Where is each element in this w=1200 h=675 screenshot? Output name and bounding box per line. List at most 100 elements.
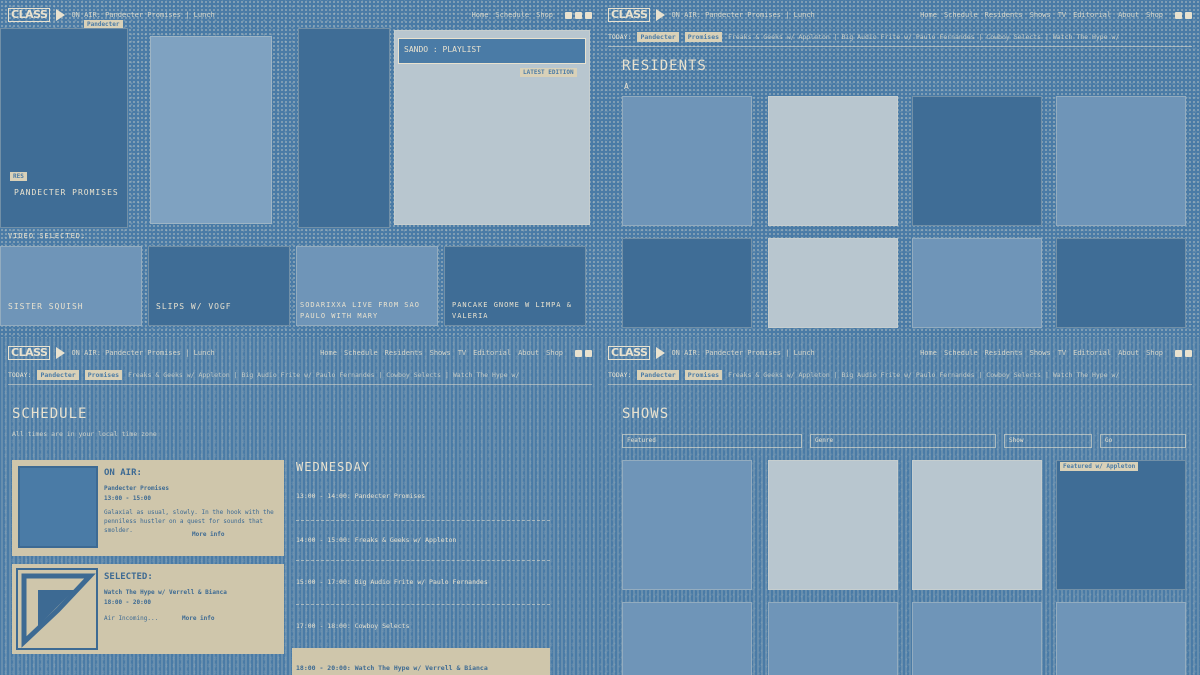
page-title: SHOWS <box>622 406 670 422</box>
menu-item-shows[interactable]: Shows <box>430 349 451 357</box>
show-card[interactable] <box>912 460 1042 590</box>
play-icon[interactable] <box>656 347 666 359</box>
schedule-row-selected[interactable]: 18:00 - 20:00: Watch The Hype w/ Verrell… <box>292 648 550 675</box>
filter-genre-select[interactable]: Genre <box>810 434 996 448</box>
twitter-icon[interactable] <box>1175 11 1182 19</box>
show-card[interactable] <box>1056 460 1186 590</box>
menu-item-tv[interactable]: TV <box>458 349 466 357</box>
youtube-icon[interactable] <box>585 349 592 357</box>
today-chip-1[interactable]: Pandecter <box>637 370 679 380</box>
show-card[interactable] <box>622 602 752 675</box>
menu-item-editorial[interactable]: Editorial <box>1073 11 1111 19</box>
menu-item-home[interactable]: Home <box>320 349 337 357</box>
menu-item-schedule[interactable]: Schedule <box>944 11 978 19</box>
video-title-3[interactable]: SODARIXXA LIVE FROM SAO PAULO WITH MARY <box>300 300 436 322</box>
play-icon[interactable] <box>656 9 666 21</box>
today-chip-2[interactable]: Promises <box>84 370 123 380</box>
hero-image-mid <box>298 28 390 228</box>
video-title-4[interactable]: PANCAKE GNOME W LIMPA & VALERIA <box>452 300 582 322</box>
twitter-icon[interactable] <box>565 11 572 19</box>
facebook-icon[interactable] <box>585 11 592 19</box>
menu-item-residents[interactable]: Residents <box>985 11 1023 19</box>
schedule-divider <box>296 520 550 521</box>
onair-show[interactable]: Pandecter Promises <box>104 484 169 493</box>
play-icon[interactable] <box>56 347 66 359</box>
filter-featured-select[interactable]: Featured <box>622 434 802 448</box>
resident-card[interactable] <box>1056 238 1186 328</box>
menu-item-schedule[interactable]: Schedule <box>944 349 978 357</box>
resident-name[interactable]: PANDECTER PROMISES <box>14 188 119 197</box>
selected-more-link[interactable]: More info <box>182 614 215 623</box>
video-selected-label: VIDEO SELECTED: <box>8 232 87 240</box>
video-thumb-1[interactable] <box>0 246 142 326</box>
selected-thumb[interactable] <box>16 568 98 650</box>
alpha-letter: A <box>624 82 629 91</box>
menu-item-shows[interactable]: Shows <box>1030 11 1051 19</box>
menu-item-schedule[interactable]: Schedule <box>344 349 378 357</box>
onair-text: ON AIR: Pandecter Promises | Lunch <box>671 11 815 19</box>
main-menu: Home Schedule Residents Shows TV Editori… <box>320 349 563 357</box>
show-card[interactable] <box>622 460 752 590</box>
onair-more-link[interactable]: More info <box>192 530 225 539</box>
resident-card[interactable] <box>912 238 1042 328</box>
today-label: TODAY: <box>608 371 632 379</box>
menu-item-shop[interactable]: Shop <box>1146 349 1163 357</box>
resident-card[interactable] <box>912 96 1042 226</box>
ticker-text: Freaks & Geeks w/ Appleton | Big Audio F… <box>728 371 1120 379</box>
menu-item-editorial[interactable]: Editorial <box>1073 349 1111 357</box>
show-card[interactable] <box>768 602 898 675</box>
logo[interactable]: CLASS <box>608 8 651 22</box>
resident-card[interactable] <box>622 238 752 328</box>
selected-show[interactable]: Watch The Hype w/ Verrell & Bianca <box>104 588 227 597</box>
menu-item-shop[interactable]: Shop <box>1146 11 1163 19</box>
show-card[interactable] <box>1056 602 1186 675</box>
logo[interactable]: CLASS <box>8 8 51 22</box>
menu-item-tv[interactable]: TV <box>1058 349 1066 357</box>
twitter-icon[interactable] <box>575 349 582 357</box>
today-chip-2[interactable]: Promises <box>684 32 723 42</box>
video-thumb-2[interactable] <box>148 246 290 326</box>
onair-thumb[interactable] <box>18 466 98 548</box>
play-icon[interactable] <box>56 9 66 21</box>
menu-item-shop[interactable]: Shop <box>536 11 553 19</box>
menu-item-home[interactable]: Home <box>472 11 489 19</box>
resident-card[interactable] <box>622 96 752 226</box>
menu-item-residents[interactable]: Residents <box>385 349 423 357</box>
hero-image-figure[interactable] <box>150 36 272 224</box>
menu-item-residents[interactable]: Residents <box>985 349 1023 357</box>
menu-item-editorial[interactable]: Editorial <box>473 349 511 357</box>
show-card[interactable] <box>912 602 1042 675</box>
today-chip-2[interactable]: Promises <box>684 370 723 380</box>
menu-item-about[interactable]: About <box>1118 11 1139 19</box>
video-title-1[interactable]: SISTER SQUISH <box>8 302 84 311</box>
today-chip-1[interactable]: Pandecter <box>37 370 79 380</box>
menu-item-home[interactable]: Home <box>920 11 937 19</box>
menu-item-schedule[interactable]: Schedule <box>495 11 529 19</box>
resident-card[interactable] <box>1056 96 1186 226</box>
twitter-icon[interactable] <box>1175 349 1182 357</box>
menu-item-tv[interactable]: TV <box>1058 11 1066 19</box>
menu-item-home[interactable]: Home <box>920 349 937 357</box>
menu-item-shows[interactable]: Shows <box>1030 349 1051 357</box>
main-menu: Home Schedule Residents Shows TV Editori… <box>920 349 1163 357</box>
video-title-2[interactable]: SLIPS W/ VOGF <box>156 302 232 311</box>
menu-item-shop[interactable]: Shop <box>546 349 563 357</box>
youtube-icon[interactable] <box>1185 11 1192 19</box>
logo[interactable]: CLASS <box>8 346 51 360</box>
schedule-row[interactable]: 14:00 - 15:00: Freaks & Geeks w/ Appleto… <box>296 536 550 544</box>
youtube-icon[interactable] <box>1185 349 1192 357</box>
resident-card[interactable] <box>768 238 898 328</box>
show-card[interactable] <box>768 460 898 590</box>
today-chip-1[interactable]: Pandecter <box>637 32 679 42</box>
resident-card[interactable] <box>768 96 898 226</box>
schedule-row[interactable]: 17:00 - 18:00: Cowboy Selects <box>296 622 550 630</box>
schedule-row[interactable]: 15:00 - 17:00: Big Audio Frite w/ Paulo … <box>296 578 550 586</box>
menu-item-about[interactable]: About <box>518 349 539 357</box>
menu-item-about[interactable]: About <box>1118 349 1139 357</box>
youtube-icon[interactable] <box>575 11 582 19</box>
filter-go-button[interactable]: Go <box>1100 434 1186 448</box>
hero-playlist-label[interactable]: SANDO : PLAYLIST <box>398 38 586 64</box>
schedule-row[interactable]: 13:00 - 14:00: Pandecter Promises <box>296 492 550 500</box>
logo[interactable]: CLASS <box>608 346 651 360</box>
filter-show-input[interactable]: Show <box>1004 434 1092 448</box>
